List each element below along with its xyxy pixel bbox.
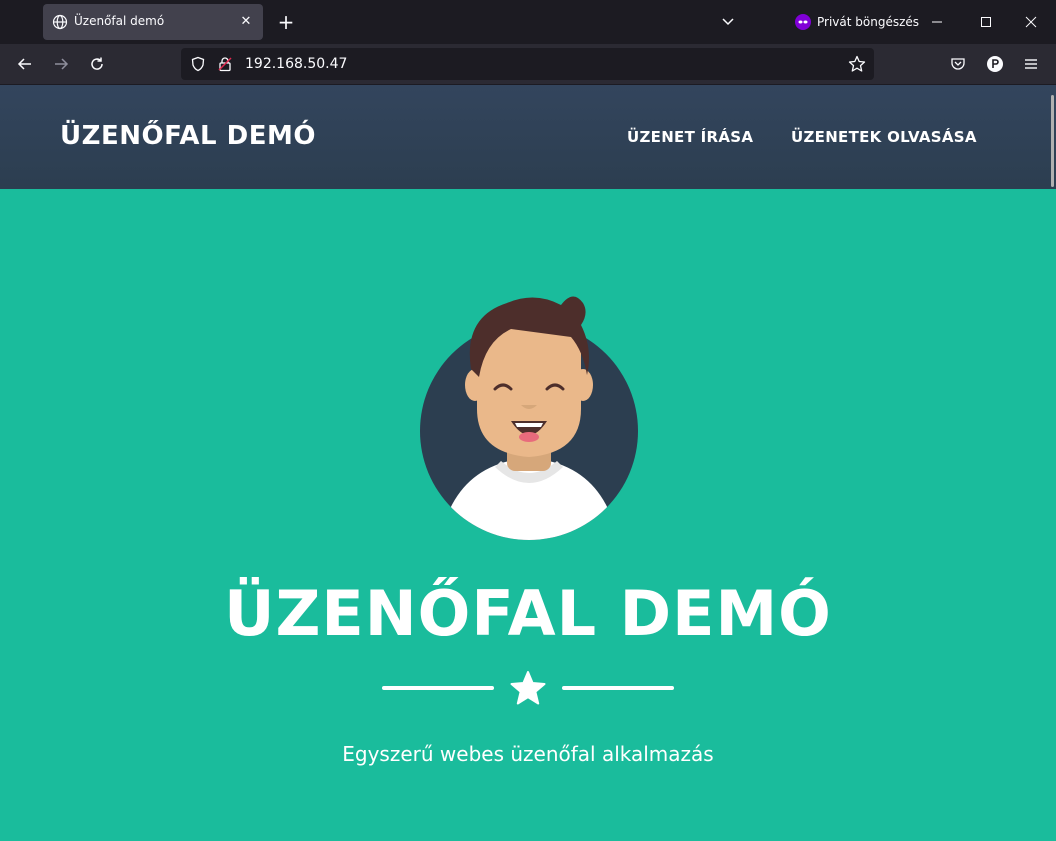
tab-title: Üzenőfal demó <box>74 14 165 28</box>
hamburger-menu-icon <box>1025 59 1037 69</box>
forward-button[interactable] <box>49 52 73 76</box>
reload-button[interactable] <box>85 52 109 76</box>
page-viewport: ÜZENŐFAL DEMÓ ÜZENET ÍRÁSA ÜZENETEK OLVA… <box>0 85 1056 841</box>
minimize-button[interactable] <box>913 0 961 44</box>
shield-icon[interactable] <box>190 56 206 72</box>
close-window-button[interactable] <box>1007 0 1055 44</box>
back-button[interactable] <box>13 52 37 76</box>
extension-button[interactable] <box>983 52 1007 76</box>
globe-icon <box>52 14 68 30</box>
tab-close-icon[interactable]: ✕ <box>237 13 255 31</box>
scrollbar[interactable] <box>1051 95 1054 187</box>
close-icon <box>1025 16 1037 28</box>
address-bar[interactable]: 192.168.50.47 <box>181 48 874 80</box>
avatar-illustration <box>420 296 638 540</box>
insecure-lock-icon[interactable] <box>217 56 233 72</box>
menu-button[interactable] <box>1019 52 1043 76</box>
minimize-icon <box>932 21 942 23</box>
tab-bar: Üzenőfal demó ✕ + Privát böngészés <box>0 0 1056 44</box>
maximize-button[interactable] <box>962 0 1010 44</box>
arrow-right-icon <box>55 58 69 70</box>
hero-title: ÜZENŐFAL DEMÓ <box>224 577 832 650</box>
hero-subtitle: Egyszerű webes üzenőfal alkalmazás <box>342 742 714 766</box>
star-icon <box>510 671 546 705</box>
bookmark-star-icon[interactable] <box>848 55 866 73</box>
private-mask-icon <box>795 14 811 30</box>
navigation-toolbar: 192.168.50.47 <box>0 44 1056 84</box>
list-all-tabs-icon[interactable] <box>718 12 738 32</box>
new-tab-button[interactable]: + <box>276 12 296 32</box>
site-header: ÜZENŐFAL DEMÓ ÜZENET ÍRÁSA ÜZENETEK OLVA… <box>0 85 1056 189</box>
hero-section: ÜZENŐFAL DEMÓ Egyszerű webes üzenőfal al… <box>0 189 1056 841</box>
divider-line-right <box>562 686 674 690</box>
pocket-icon <box>951 58 965 70</box>
divider-line-left <box>382 686 494 690</box>
nav-link-read-messages[interactable]: ÜZENETEK OLVASÁSA <box>791 128 977 146</box>
site-brand[interactable]: ÜZENŐFAL DEMÓ <box>60 121 316 151</box>
arrow-left-icon <box>17 58 31 70</box>
reload-icon <box>91 57 103 70</box>
private-browsing-label: Privát böngészés <box>817 15 920 29</box>
private-browsing-indicator: Privát böngészés <box>795 12 919 32</box>
maximize-icon <box>981 17 991 27</box>
url-text[interactable]: 192.168.50.47 <box>245 56 347 72</box>
browser-tab[interactable]: Üzenőfal demó ✕ <box>43 4 263 40</box>
extension-p-icon <box>987 56 1003 72</box>
pocket-button[interactable] <box>946 52 970 76</box>
nav-link-write-message[interactable]: ÜZENET ÍRÁSA <box>627 128 753 146</box>
